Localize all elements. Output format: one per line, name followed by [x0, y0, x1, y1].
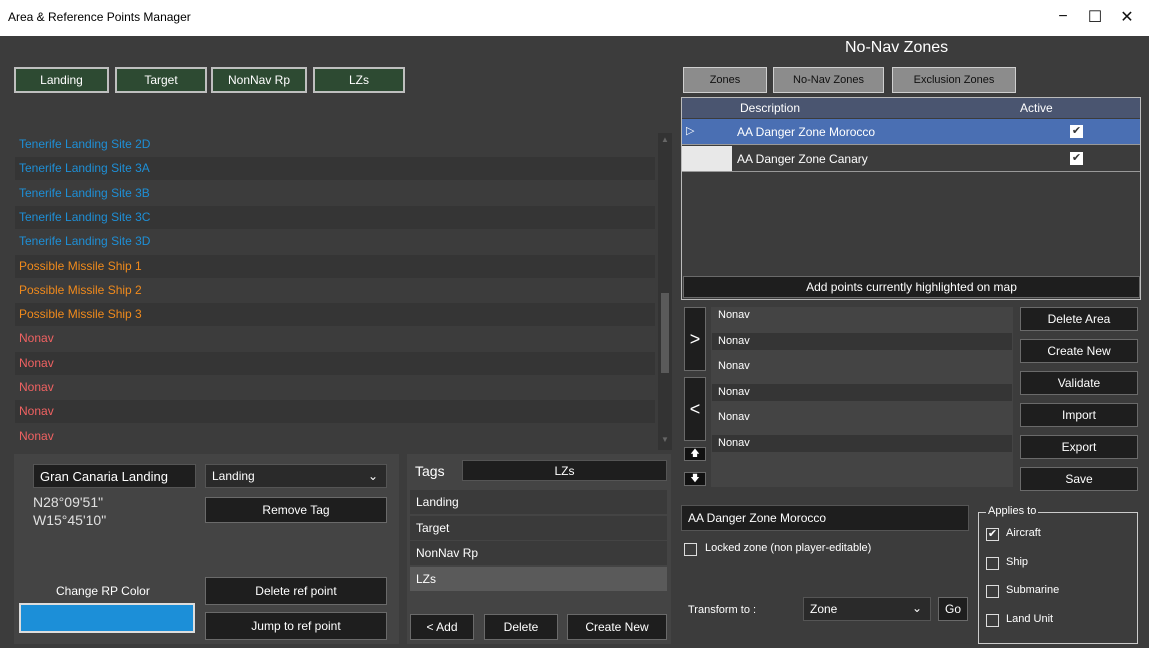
applies-to-label: Land Unit	[1006, 612, 1054, 625]
longitude-text: W15°45'10"	[33, 512, 107, 528]
ref-list-scrollbar[interactable]: ▲ ▼	[658, 133, 672, 450]
scroll-down-arrow-icon[interactable]: ▼	[660, 435, 670, 445]
transform-select-value: Zone	[810, 602, 838, 616]
add-highlighted-points-button[interactable]: Add points currently highlighted on map	[683, 276, 1140, 298]
delete-ref-point-button[interactable]: Delete ref point	[205, 577, 387, 605]
main-client-area: Landing Target NonNav Rp LZs Tenerife La…	[0, 36, 1149, 648]
ref-point-item[interactable]: Nonav	[15, 327, 655, 350]
zone-point-item[interactable]: Nonav	[712, 434, 1012, 452]
go-button[interactable]: Go	[938, 597, 968, 621]
transform-select[interactable]: Zone ⌄	[803, 597, 931, 621]
tab-no-nav-zones[interactable]: No-Nav Zones	[773, 67, 884, 93]
tag-item[interactable]: LZs	[410, 566, 667, 591]
tag-item[interactable]: Landing	[410, 490, 667, 514]
add-tag-button[interactable]: < Add	[410, 614, 474, 640]
delete-area-button[interactable]: Delete Area	[1020, 307, 1138, 331]
zone-description: AA Danger Zone Morocco	[737, 125, 876, 139]
applies-to-checkbox[interactable]	[986, 556, 999, 570]
ref-point-item[interactable]: Possible Missile Ship 3	[15, 303, 655, 327]
ref-point-item[interactable]: Tenerife Landing Site 3D	[15, 230, 655, 253]
move-right-button[interactable]: >	[684, 307, 706, 371]
change-color-label: Change RP Color	[56, 584, 150, 598]
create-tag-button[interactable]: Create New	[567, 614, 667, 640]
ref-point-item[interactable]: Tenerife Landing Site 3B	[15, 182, 655, 205]
ref-point-item[interactable]: Tenerife Landing Site 3A	[15, 157, 655, 181]
ref-point-item[interactable]: Nonav	[15, 351, 655, 375]
tag-select-value: Landing	[212, 469, 255, 483]
zone-point-item[interactable]: Nonav	[712, 409, 1012, 426]
zone-row[interactable]: AA Danger Zone Canary ✔	[682, 146, 1140, 172]
zone-point-item[interactable]: Nonav	[712, 307, 1012, 324]
applies-to-label: Ship	[1006, 555, 1029, 568]
validate-button[interactable]: Validate	[1020, 371, 1138, 395]
ref-point-item[interactable]: Possible Missile Ship 2	[15, 279, 655, 302]
ref-point-item[interactable]: Nonav	[15, 376, 655, 399]
row-pointer-icon: ▷	[686, 125, 695, 137]
ref-point-item[interactable]: Nonav	[15, 400, 655, 424]
move-up-button[interactable]: 🡅	[684, 447, 706, 461]
tag-name-input[interactable]: LZs	[462, 460, 667, 481]
window-title: Area & Reference Points Manager	[8, 10, 191, 24]
zones-title: No-Nav Zones	[845, 39, 949, 56]
tags-heading: Tags	[415, 463, 445, 479]
zone-row[interactable]: ▷ AA Danger Zone Morocco ✔	[682, 119, 1140, 145]
filter-landing-button[interactable]: Landing	[14, 67, 109, 93]
tag-select[interactable]: Landing ⌄	[205, 464, 387, 488]
transform-label: Transform to :	[688, 604, 757, 616]
zones-table-header: Description Active	[682, 98, 1140, 118]
close-button[interactable]: ✕	[1105, 4, 1149, 30]
applies-to-title: Applies to	[986, 505, 1039, 517]
create-zone-button[interactable]: Create New	[1020, 339, 1138, 363]
applies-to-label: Aircraft	[1006, 527, 1041, 539]
description-column-header: Description	[740, 101, 801, 115]
ref-point-item[interactable]: Possible Missile Ship 1	[15, 254, 655, 278]
ref-point-item[interactable]: Nonav	[15, 425, 655, 448]
move-left-button[interactable]: <	[684, 377, 706, 441]
tag-item[interactable]: Target	[410, 515, 667, 540]
locked-zone-checkbox[interactable]	[684, 543, 697, 556]
filter-nonnav-rp-button[interactable]: NonNav Rp	[211, 67, 307, 93]
point-name-input[interactable]: Gran Canaria Landing	[33, 464, 196, 488]
zone-name-input[interactable]: AA Danger Zone Morocco	[681, 505, 969, 531]
title-bar: Area & Reference Points Manager − ☐ ✕	[0, 0, 1149, 36]
export-button[interactable]: Export	[1020, 435, 1138, 459]
scrollbar-thumb[interactable]	[661, 293, 669, 373]
filter-target-button[interactable]: Target	[115, 67, 207, 93]
row-header[interactable]	[682, 146, 732, 171]
import-button[interactable]: Import	[1020, 403, 1138, 427]
ref-point-item[interactable]: Tenerife Landing Site 2D	[15, 133, 655, 156]
zone-point-item[interactable]: Nonav	[712, 332, 1012, 350]
tab-zones[interactable]: Zones	[683, 67, 767, 93]
active-column-header: Active	[1020, 101, 1053, 115]
tab-exclusion-zones[interactable]: Exclusion Zones	[892, 67, 1016, 93]
applies-to-checkbox[interactable]: ✔	[986, 528, 999, 541]
delete-tag-button[interactable]: Delete	[484, 614, 558, 640]
locked-zone-label: Locked zone (non player-editable)	[705, 542, 872, 554]
zone-point-item[interactable]: Nonav	[712, 383, 1012, 401]
applies-to-checkbox[interactable]	[986, 613, 999, 627]
chevron-down-icon: ⌄	[911, 601, 922, 615]
rp-color-swatch[interactable]	[19, 603, 195, 633]
applies-to-checkbox[interactable]	[986, 585, 999, 598]
move-down-button[interactable]: 🡇	[684, 472, 706, 486]
applies-to-label: Submarine	[1006, 584, 1060, 596]
save-button[interactable]: Save	[1020, 467, 1138, 491]
zone-point-item[interactable]: Nonav	[712, 358, 1012, 375]
latitude-text: N28°09'51"	[33, 494, 104, 510]
jump-to-ref-point-button[interactable]: Jump to ref point	[205, 612, 387, 640]
chevron-down-icon: ⌄	[367, 469, 378, 483]
zone-active-checkbox[interactable]: ✔	[1070, 125, 1083, 138]
scroll-up-arrow-icon[interactable]: ▲	[660, 135, 670, 145]
remove-tag-button[interactable]: Remove Tag	[205, 497, 387, 523]
row-header[interactable]: ▷	[682, 119, 732, 144]
zone-description: AA Danger Zone Canary	[737, 152, 868, 166]
tag-item[interactable]: NonNav Rp	[410, 541, 667, 565]
filter-lzs-button[interactable]: LZs	[313, 67, 405, 93]
applies-to-group	[978, 512, 1138, 644]
ref-point-item[interactable]: Tenerife Landing Site 3C	[15, 205, 655, 229]
zone-active-checkbox[interactable]: ✔	[1070, 152, 1083, 165]
